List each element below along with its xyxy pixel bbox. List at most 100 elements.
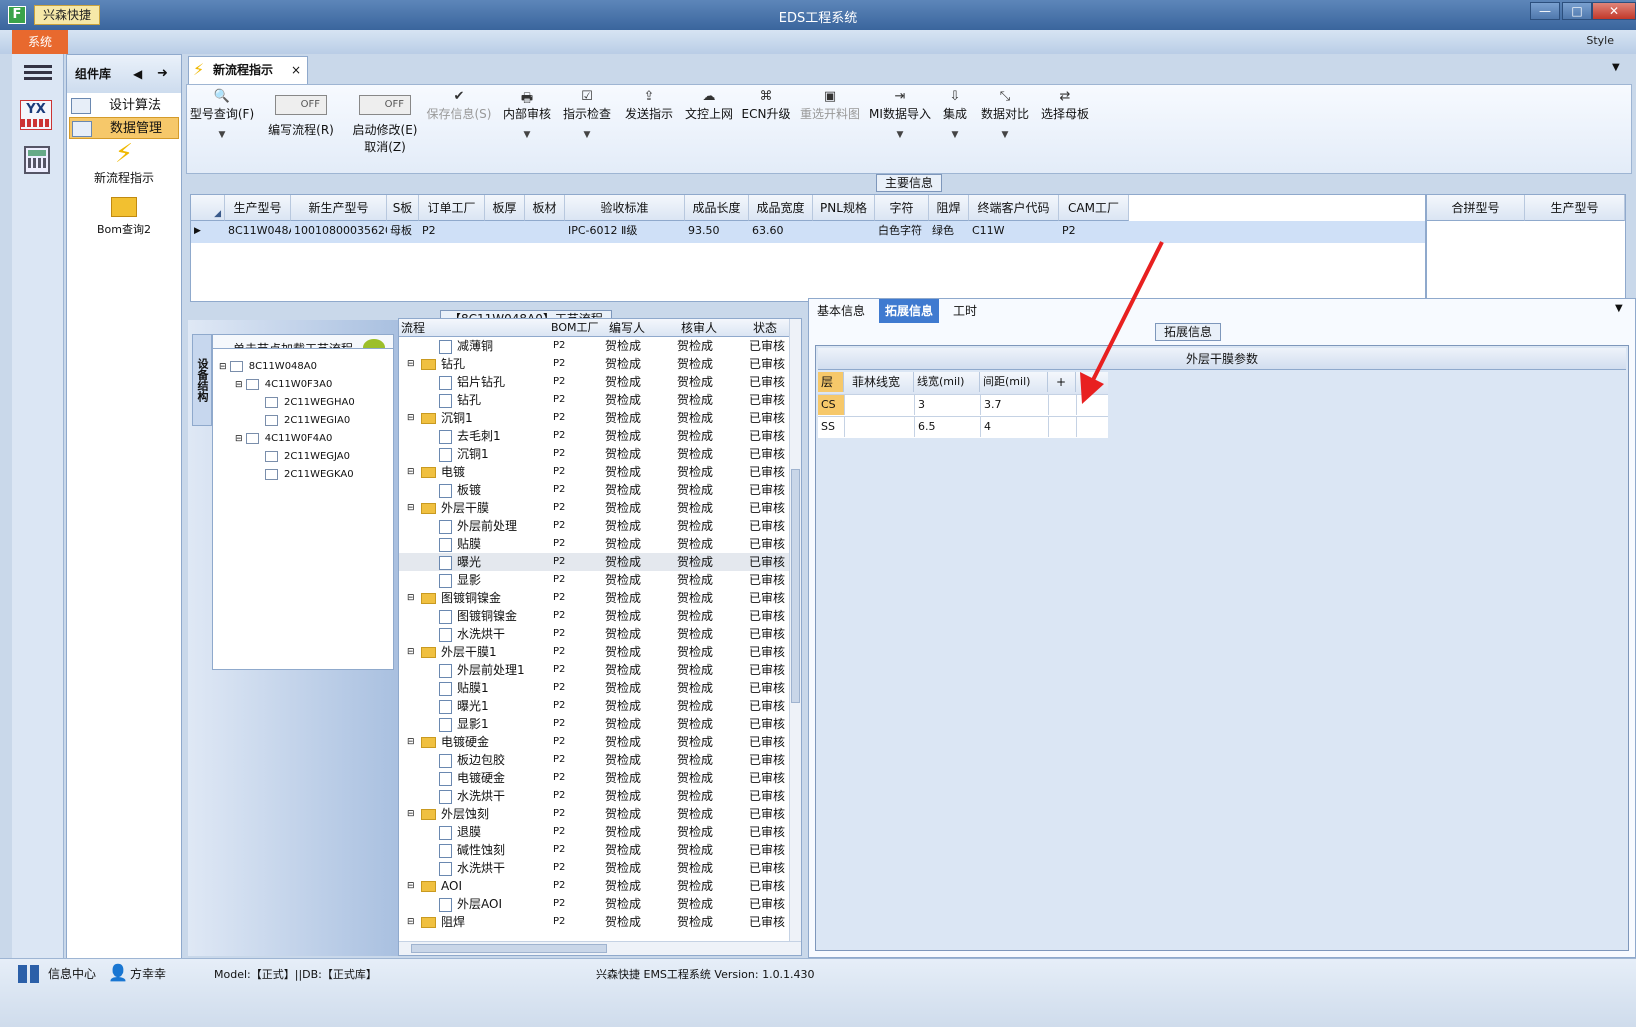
flow-step-row[interactable]: 去毛刺1 P2 贺检成 贺检成 已审核 — [399, 427, 789, 445]
flow-step-row[interactable]: 水洗烘干 P2 贺检成 贺检成 已审核 — [399, 787, 789, 805]
collapse-icon[interactable]: ⊟ — [407, 463, 415, 481]
cell[interactable] — [485, 221, 525, 241]
tree-node[interactable]: 2C11WEGHA0 — [265, 395, 355, 411]
flow-group-row[interactable]: ⊟ 电镀硬金 P2 贺检成 贺检成 已审核 — [399, 733, 789, 751]
flow-step-row[interactable]: 显影1 P2 贺检成 贺检成 已审核 — [399, 715, 789, 733]
tree-node[interactable]: ⊟ 4C11W0F3A0 — [235, 377, 332, 393]
toggle-switch[interactable]: OFF — [359, 95, 411, 115]
collapse-left-icon[interactable]: ◀ — [133, 55, 142, 93]
column-header[interactable]: 新生产型号 — [291, 195, 387, 221]
collapse-icon[interactable]: ⊟ — [407, 733, 415, 751]
flow-step-row[interactable]: 铝片钻孔 P2 贺检成 贺检成 已审核 — [399, 373, 789, 391]
cell[interactable]: CS — [818, 395, 844, 415]
column-header[interactable]: 线宽(mil) — [914, 372, 980, 392]
flow-step-row[interactable]: 外层AOI P2 贺检成 贺检成 已审核 — [399, 895, 789, 913]
flow-step-row[interactable]: 碱性蚀刻 P2 贺检成 贺检成 已审核 — [399, 841, 789, 859]
cell[interactable]: 63.60 — [749, 221, 813, 241]
cell[interactable] — [844, 417, 914, 437]
collapse-icon[interactable]: ⊟ — [407, 643, 415, 661]
new-flow-instruction-action[interactable]: ⚡ 新流程指示 — [67, 139, 181, 191]
cell[interactable]: 4 — [980, 417, 1048, 437]
column-header[interactable]: 合拼型号 — [1427, 195, 1525, 221]
cancel-label[interactable]: 取消(Z) — [345, 138, 425, 155]
cell[interactable] — [844, 395, 914, 415]
column-header[interactable]: 终端客户代码 — [969, 195, 1059, 221]
cell[interactable] — [1076, 417, 1106, 437]
flow-step-row[interactable]: 外层前处理 P2 贺检成 贺检成 已审核 — [399, 517, 789, 535]
column-header[interactable]: 板材 — [525, 195, 565, 221]
column-header[interactable]: PNL规格 — [813, 195, 875, 221]
flow-group-row[interactable]: ⊟ AOI P2 贺检成 贺检成 已审核 — [399, 877, 789, 895]
column-header[interactable]: 成品宽度 — [749, 195, 813, 221]
column-header[interactable]: 阻焊 — [929, 195, 969, 221]
cell[interactable]: 93.50 — [685, 221, 749, 241]
flow-step-row[interactable]: 电镀硬金 P2 贺检成 贺检成 已审核 — [399, 769, 789, 787]
maximize-button[interactable]: □ — [1562, 2, 1592, 20]
column-header[interactable]: 订单工厂 — [419, 195, 485, 221]
column-header[interactable]: 状态 — [753, 319, 777, 337]
flow-group-row[interactable]: ⊟ 外层干膜1 P2 贺检成 贺检成 已审核 — [399, 643, 789, 661]
data-compare-button[interactable]: ⤡ 数据对比 ▼ — [977, 89, 1033, 140]
flow-step-row[interactable]: 贴膜1 P2 贺检成 贺检成 已审核 — [399, 679, 789, 697]
column-header[interactable]: 间距(mil) — [980, 372, 1048, 392]
cell[interactable]: P2 — [419, 221, 485, 241]
tab-work-hours[interactable]: 工时 — [947, 299, 983, 323]
cell[interactable]: IPC-6012 Ⅱ级 — [565, 221, 685, 241]
table-row[interactable]: CS 3 3.7 — [818, 394, 1108, 416]
select-mother-board-button[interactable]: ⇄ 选择母板 — [1037, 89, 1093, 122]
column-header[interactable]: 验收标准 — [565, 195, 685, 221]
cell[interactable]: C11W — [969, 221, 1059, 241]
cell[interactable]: 绿色 — [929, 221, 969, 241]
flow-group-row[interactable]: ⊟ 阻焊 P2 贺检成 贺检成 已审核 — [399, 913, 789, 931]
cell[interactable]: 母板 — [387, 221, 419, 241]
column-header[interactable]: 菲林线宽 — [844, 372, 914, 392]
toggle-switch[interactable]: OFF — [275, 95, 327, 115]
tree-node[interactable]: 2C11WEGIA0 — [265, 413, 350, 429]
horizontal-scrollbar[interactable] — [399, 941, 801, 955]
flow-group-row[interactable]: ⊟ 外层干膜 P2 贺检成 贺检成 已审核 — [399, 499, 789, 517]
vertical-tab-equipment-structure[interactable]: 设备结构 — [192, 334, 212, 426]
lib-item-data-management[interactable]: 数据管理 — [69, 117, 179, 139]
cell[interactable]: SS — [818, 417, 844, 437]
tab-new-flow-instruction[interactable]: ⚡ 新流程指示 × — [188, 56, 308, 84]
column-header[interactable]: 成品长度 — [685, 195, 749, 221]
windows-grid-icon[interactable] — [18, 965, 40, 983]
cell[interactable] — [1048, 417, 1076, 437]
internal-review-button[interactable]: 🖶 内部审核 ▼ — [499, 89, 555, 140]
table-row[interactable]: ▶ 8C11W048A0 10010800035620 母板 P2 IPC-60… — [191, 221, 1425, 243]
tab-dropdown-icon[interactable]: ▼ — [1615, 303, 1623, 314]
minimize-button[interactable]: — — [1530, 2, 1560, 20]
flow-group-row[interactable]: ⊟ 钻孔 P2 贺检成 贺检成 已审核 — [399, 355, 789, 373]
model-query-button[interactable]: 🔍 型号查询(F) ▼ — [189, 89, 255, 140]
vertical-scrollbar[interactable] — [789, 319, 801, 941]
cell[interactable]: 白色字符 — [875, 221, 929, 241]
tree-node[interactable]: ⊟ 4C11W0F4A0 — [235, 431, 332, 447]
tree-node[interactable]: ⊟ 8C11W048A0 — [219, 359, 317, 375]
hamburger-menu-icon[interactable] — [24, 62, 52, 84]
collapse-icon[interactable]: ⊟ — [407, 913, 415, 931]
flow-group-row[interactable]: ⊟ 电镀 P2 贺检成 贺检成 已审核 — [399, 463, 789, 481]
cell[interactable]: 6.5 — [914, 417, 980, 437]
lib-item-design-algorithm[interactable]: 设计算法 — [69, 95, 179, 117]
column-header[interactable]: 生产型号 — [225, 195, 291, 221]
flow-step-row[interactable]: 外层前处理1 P2 贺检成 贺检成 已审核 — [399, 661, 789, 679]
cell[interactable] — [813, 221, 875, 241]
flow-group-row[interactable]: ⊟ 外层蚀刻 P2 贺检成 贺检成 已审核 — [399, 805, 789, 823]
collapse-icon[interactable]: ⊟ — [407, 355, 415, 373]
flow-step-row[interactable]: 板镀 P2 贺检成 贺检成 已审核 — [399, 481, 789, 499]
column-header[interactable]: CAM工厂 — [1059, 195, 1129, 221]
cell[interactable]: 8C11W048A0 — [225, 221, 291, 241]
collapse-icon[interactable]: ⊟ — [407, 877, 415, 895]
flow-step-row[interactable]: 板边包胶 P2 贺检成 贺检成 已审核 — [399, 751, 789, 769]
tree-node[interactable]: 2C11WEGKA0 — [265, 467, 354, 483]
flow-step-row[interactable]: 显影 P2 贺检成 贺检成 已审核 — [399, 571, 789, 589]
send-instruction-button[interactable]: ⇪ 发送指示 — [621, 89, 677, 122]
column-header[interactable]: BOM工厂 — [551, 319, 599, 337]
cell[interactable]: 3.7 — [980, 395, 1048, 415]
collapse-icon[interactable]: ⊟ — [407, 409, 415, 427]
pin-enter-icon[interactable]: ➜ — [157, 55, 168, 93]
flow-step-row[interactable]: 水洗烘干 P2 贺检成 贺检成 已审核 — [399, 625, 789, 643]
edit-flow-toggle[interactable]: OFF 编写流程(R) — [261, 89, 341, 138]
flow-step-row[interactable]: 钻孔 P2 贺检成 贺检成 已审核 — [399, 391, 789, 409]
upload-net-button[interactable]: ☁ 文控上网 — [681, 89, 737, 122]
